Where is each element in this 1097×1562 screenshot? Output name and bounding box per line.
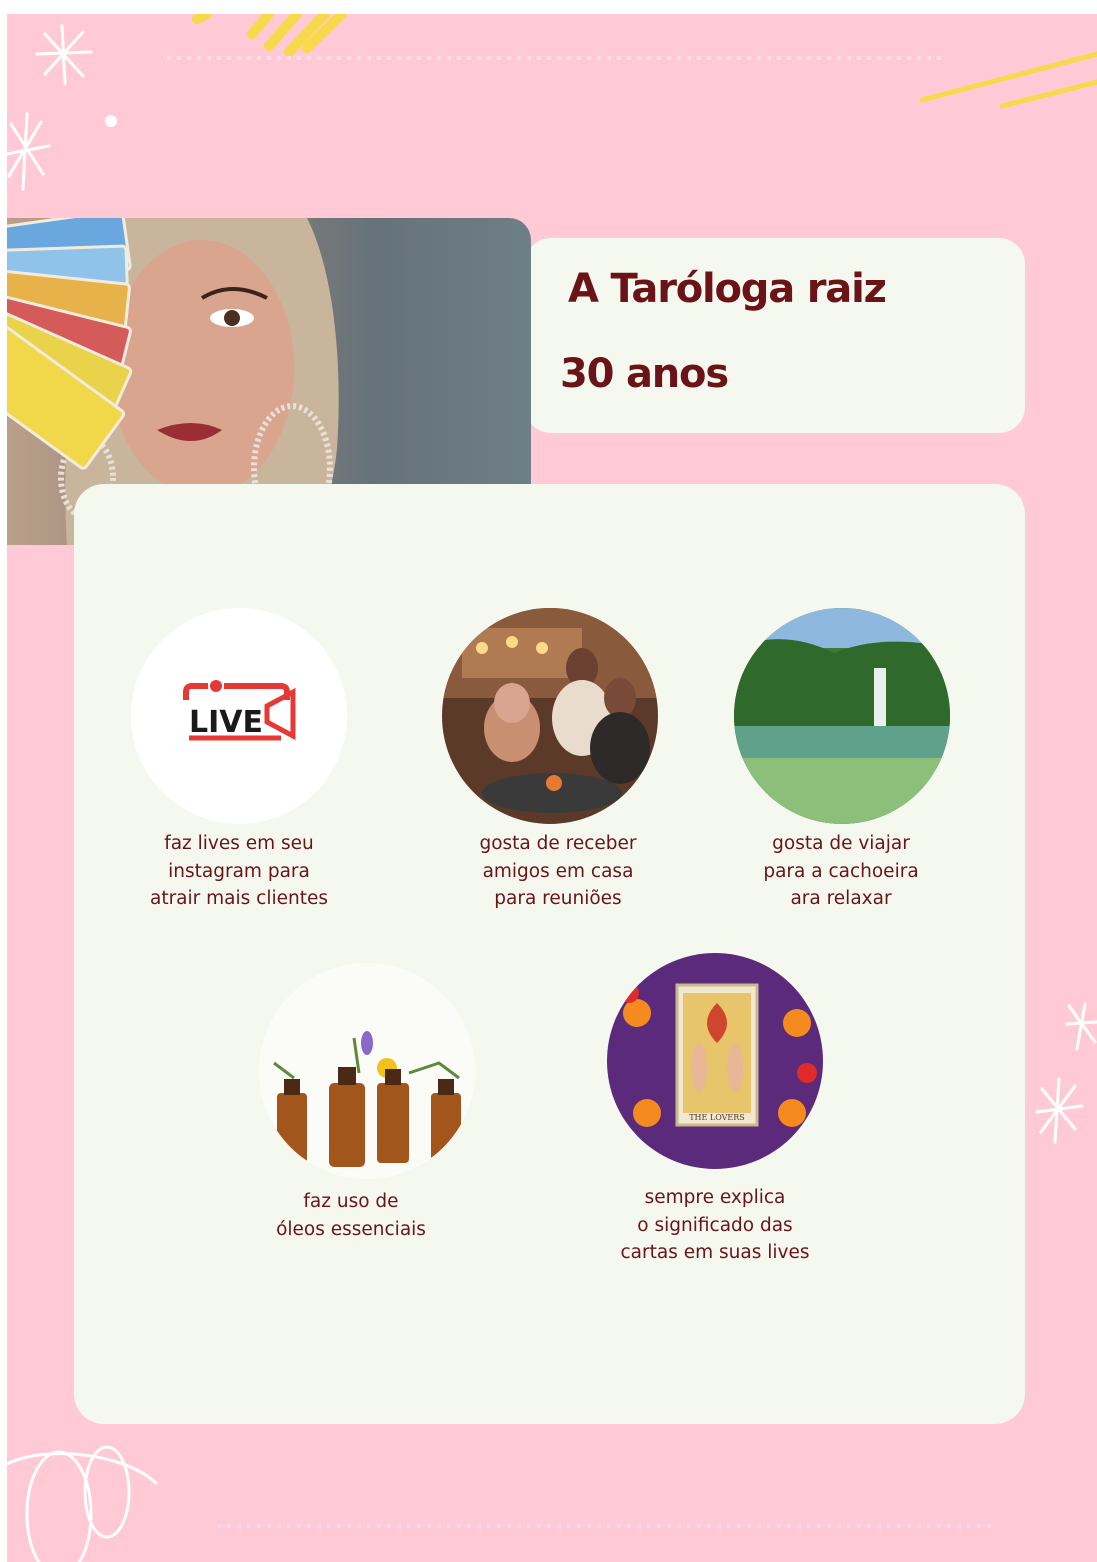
tarot-circle: THE LOVERS <box>607 953 823 1169</box>
tarot-card-label: THE LOVERS <box>689 1113 745 1122</box>
essential-oils-photo <box>259 963 475 1179</box>
caption-line: faz lives em seu <box>164 833 314 854</box>
page: A Taróloga raiz 30 anos LIVE faz lives e… <box>7 14 1097 1562</box>
habit-caption-friends: gosta de receber amigos em casa para reu… <box>408 830 708 913</box>
live-stream-circle: LIVE <box>131 608 347 824</box>
caption-line: amigos em casa <box>482 860 634 882</box>
caption-line: atrair mais clientes <box>149 888 328 909</box>
title-card: A Taróloga raiz 30 anos <box>525 238 1025 433</box>
profile-age: 30 anos <box>560 351 729 397</box>
caption-line: cartas em suas lives <box>620 1242 810 1263</box>
caption-line: gosta de receber <box>479 833 637 854</box>
live-label: LIVE <box>189 705 263 740</box>
habit-caption-oils: faz uso de óleos essenciais <box>201 1188 501 1243</box>
caption-line: faz uso de <box>303 1191 399 1212</box>
habits-card: LIVE faz lives em seu instagram para atr… <box>74 484 1025 1424</box>
caption-line: para reuniões <box>494 888 622 909</box>
caption-line: para a cachoeira <box>763 860 919 882</box>
friends-circle <box>442 608 658 824</box>
waterfall-circle <box>734 608 950 824</box>
tarot-card-photo: THE LOVERS <box>607 953 823 1169</box>
caption-line: gosta de viajar <box>772 833 910 854</box>
habit-caption-lives: faz lives em seu instagram para atrair m… <box>89 830 389 913</box>
essential-oils-circle <box>259 963 475 1179</box>
caption-line: o significado das <box>637 1214 793 1236</box>
habit-caption-waterfall: gosta de viajar para a cachoeira ara rel… <box>691 830 991 913</box>
waterfall-photo <box>734 608 950 824</box>
profile-title: A Taróloga raiz <box>568 266 887 312</box>
caption-line: instagram para <box>168 860 310 882</box>
friends-gathering-photo <box>442 608 658 824</box>
caption-line: ara relaxar <box>790 888 892 909</box>
live-stream-icon: LIVE <box>183 680 296 741</box>
habit-caption-tarot: sempre explica o significado das cartas … <box>565 1184 865 1267</box>
caption-line: óleos essenciais <box>276 1218 426 1240</box>
caption-line: sempre explica <box>644 1187 786 1208</box>
